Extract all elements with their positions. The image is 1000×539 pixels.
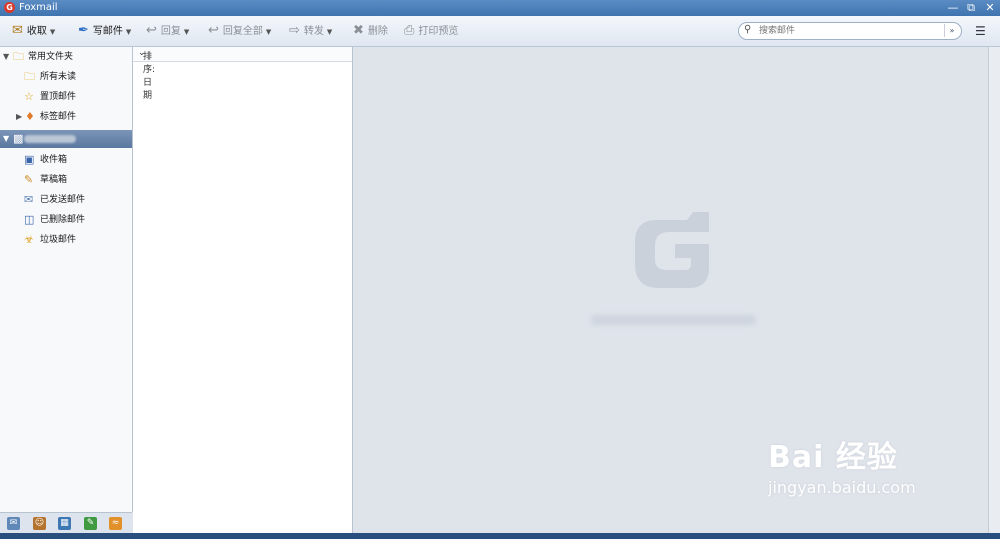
search-box: ⚲ »: [738, 22, 962, 40]
sidebar-item-label: 收件箱: [40, 155, 68, 165]
sidebar-item-sent[interactable]: ✉ 已发送邮件: [0, 190, 132, 210]
sidebar-item-label: 垃圾邮件: [40, 235, 77, 245]
foxmail-watermark-logo-icon: [635, 212, 709, 288]
sidebar-item-tagged[interactable]: ▶ ♦ 标签邮件: [0, 107, 132, 127]
sidebar-item-all-unread[interactable]: 🗀 所有未读: [0, 67, 132, 87]
chevron-down-icon[interactable]: ▼: [266, 28, 271, 36]
sort-label[interactable]: 排序:日期 ⌄: [138, 48, 155, 101]
sidebar-favorites-header[interactable]: ▼ 🗀 常用文件夹: [0, 47, 132, 67]
delete-label: 删除: [367, 26, 388, 37]
junk-icon: ☣: [24, 233, 34, 246]
mail-module-icon[interactable]: ✉: [7, 517, 20, 530]
sidebar-item-junk[interactable]: ☣ 垃圾邮件: [0, 230, 132, 250]
compose-label: 写邮件: [92, 26, 123, 37]
sidebar-item-label: 标签邮件: [40, 112, 77, 122]
expand-arrow-icon[interactable]: ▶: [16, 107, 22, 127]
sidebar-item-drafts[interactable]: ✎ 草稿箱: [0, 170, 132, 190]
os-taskbar: [0, 533, 1000, 539]
sidebar-item-label: 置顶邮件: [40, 92, 77, 102]
chevron-down-icon[interactable]: ▼: [50, 28, 55, 36]
sidebar-item-label: 已发送邮件: [40, 195, 86, 205]
sidebar-item-label: 已删除邮件: [40, 215, 86, 225]
reply-button[interactable]: ↩ 回复 ▼: [146, 22, 189, 40]
title-bar: G Foxmail — ⧉ ✕: [0, 0, 1000, 16]
chevron-down-icon[interactable]: ▼: [126, 28, 131, 36]
contacts-module-icon[interactable]: ☺: [33, 517, 46, 530]
sidebar-module-bar: ✉ ☺ ▦ ✎ ≈: [0, 512, 132, 534]
forward-label: 转发: [303, 26, 324, 37]
reading-pane: Bai 经验 jingyan.baidu.com: [353, 47, 988, 533]
inbox-tray-icon: ✉: [12, 23, 23, 38]
print-preview-button[interactable]: ⎙ 打印预览: [404, 22, 458, 40]
window-title: Foxmail: [19, 2, 58, 13]
expand-arrow-icon[interactable]: ▼: [3, 47, 9, 67]
sidebar-item-pinned[interactable]: ☆ 置顶邮件: [0, 87, 132, 107]
chevron-down-icon[interactable]: ▼: [184, 28, 189, 36]
watermark-main-text: Bai 经验: [768, 440, 898, 475]
reply-all-label: 回复全部: [222, 26, 263, 37]
inbox-icon: ▣: [24, 153, 35, 166]
forward-arrow-icon: ⇨: [289, 23, 300, 38]
vertical-scrollbar[interactable]: [988, 47, 1000, 533]
search-icon: ⚲: [744, 24, 752, 35]
printer-icon: ⎙: [404, 23, 415, 38]
pen-icon: ✒: [78, 23, 89, 38]
drafts-icon: ✎: [24, 173, 34, 186]
sidebar-item-label: 所有未读: [40, 72, 77, 82]
forward-button[interactable]: ⇨ 转发 ▼: [289, 22, 332, 40]
reply-all-button[interactable]: ↩ 回复全部 ▼: [208, 22, 271, 40]
notes-module-icon[interactable]: ✎: [84, 517, 97, 530]
receive-button[interactable]: ✉ 收取 ▼: [12, 22, 55, 40]
reply-arrow-icon: ↩: [146, 23, 157, 38]
sidebar-item-inbox[interactable]: ▣ 收件箱: [0, 150, 132, 170]
baidu-watermark: Bai 经验 jingyan.baidu.com: [768, 432, 916, 497]
sidebar-account[interactable]: ▼ ▩: [0, 130, 132, 148]
sent-icon: ✉: [24, 193, 34, 206]
watermark-url-text: jingyan.baidu.com: [768, 478, 916, 497]
account-name-redacted: [24, 135, 76, 143]
main-menu-icon[interactable]: ☰: [975, 24, 986, 38]
folder-icon: 🗀: [13, 50, 24, 63]
calendar-module-icon[interactable]: ▦: [58, 517, 71, 530]
favorites-header-label: 常用文件夹: [28, 52, 74, 62]
scissors-icon: ✖: [353, 23, 364, 38]
restore-button[interactable]: ⧉: [962, 0, 980, 16]
mail-list-pane[interactable]: 排序:日期 ⌄: [133, 47, 353, 533]
sort-bar[interactable]: 排序:日期 ⌄: [133, 47, 352, 101]
print-preview-label: 打印预览: [418, 26, 459, 37]
search-options-icon[interactable]: »: [944, 24, 959, 37]
trash-icon: ◫: [24, 213, 35, 226]
folder-icon: 🗀: [24, 70, 35, 83]
tag-icon: ♦: [25, 110, 35, 123]
compose-button[interactable]: ✒ 写邮件 ▼: [78, 22, 131, 40]
sidebar-item-label: 草稿箱: [40, 175, 68, 185]
close-button[interactable]: ✕: [981, 0, 999, 16]
search-input[interactable]: [759, 24, 929, 37]
foxmail-logo-icon: G: [4, 2, 15, 13]
folder-sidebar: ▼ 🗀 常用文件夹 🗀 所有未读 ☆ 置顶邮件 ▶ ♦ 标签邮件 ▼ ▩ ▣ 收…: [0, 47, 133, 512]
rss-module-icon[interactable]: ≈: [109, 517, 122, 530]
chevron-down-icon[interactable]: ▼: [327, 28, 332, 36]
sidebar-item-deleted[interactable]: ◫ 已删除邮件: [0, 210, 132, 230]
reply-all-icon: ↩: [208, 23, 219, 38]
receive-label: 收取: [26, 26, 47, 37]
redacted-text: [591, 315, 756, 325]
delete-button[interactable]: ✖ 删除: [353, 22, 388, 40]
minimize-button[interactable]: —: [944, 0, 962, 16]
account-icon: ▩: [13, 132, 24, 145]
expand-arrow-icon[interactable]: ▼: [3, 130, 9, 148]
star-icon: ☆: [24, 90, 34, 103]
reply-label: 回复: [160, 26, 181, 37]
